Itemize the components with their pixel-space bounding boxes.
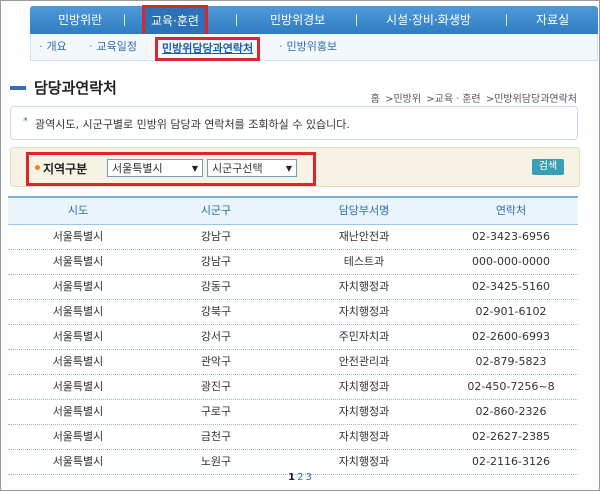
nav-resources[interactable]: 자료실 (536, 6, 569, 34)
header-contact: 연락처 (495, 204, 527, 217)
cell-sigungu: 강북구 (200, 305, 232, 318)
top-nav: 민방위란 교육·훈련 민방위경보 시설·장비·화생방 자료실 (30, 5, 598, 37)
cell-contact: 02-450-7256~8 (467, 380, 555, 393)
table-row: 서울특별시 금천구 자치행정과 02-2627-2385 (8, 425, 578, 450)
cell-sido: 서울특별시 (52, 380, 104, 393)
table-row: 서울특별시 구로구 자치행정과 02-860-2326 (8, 400, 578, 425)
cell-contact: 02-3425-5160 (472, 280, 550, 293)
table-row: 서울특별시 관악구 안전관리과 02-879-5823 (8, 350, 578, 375)
dropdown-arrow-icon: ▼ (285, 164, 292, 173)
region-label: 지역구분 (43, 162, 88, 176)
notice-box: * 광역시도, 시군구별로 민방위 담당과 연락처를 조회하실 수 있습니다. (10, 106, 578, 140)
notice-text: 광역시도, 시군구별로 민방위 담당과 연락처를 조회하실 수 있습니다. (35, 118, 350, 131)
table-row: 서울특별시 강남구 재난안전과 02-3423-6956 (8, 225, 578, 250)
nav-civil-defense-intro[interactable]: 민방위란 (58, 6, 102, 34)
subnav-label: 교육일정 (96, 40, 137, 53)
breadcrumb-civil-defense[interactable]: >민방위 (385, 94, 421, 105)
title-bullet-bar (10, 86, 26, 90)
nav-separator (506, 14, 507, 26)
header-sigungu: 시군구 (200, 204, 232, 217)
cell-sido: 서울특별시 (52, 455, 104, 468)
nav-education-training[interactable]: 교육·훈련 (142, 5, 208, 37)
cell-contact: 02-901-6102 (475, 305, 547, 318)
table-row: 서울특별시 강북구 자치행정과 02-901-6102 (8, 300, 578, 325)
cell-department: 자치행정과 (338, 305, 390, 318)
sido-select[interactable]: 서울특별시 ▼ (107, 159, 203, 177)
cell-contact: 02-879-5823 (475, 355, 547, 368)
cell-sigungu: 관악구 (200, 355, 232, 368)
cell-contact: 02-2627-2385 (472, 430, 550, 443)
breadcrumb: 홈 >민방위 >교육ㆍ훈련 >민방위담당과연락처 (370, 90, 578, 105)
cell-contact: 02-2116-3126 (472, 455, 550, 468)
subnav-item-promotion[interactable]: · 민방위홍보 (279, 34, 337, 60)
cell-sido: 서울특별시 (52, 305, 104, 318)
cell-sido: 서울특별시 (52, 330, 104, 343)
table-row: 서울특별시 강서구 주민자치과 02-2600-6993 (8, 325, 578, 350)
cell-department: 자치행정과 (338, 430, 390, 443)
notice-marker: * (23, 116, 28, 127)
cell-sido: 서울특별시 (52, 230, 104, 243)
sigungu-select[interactable]: 시군구선택 ▼ (207, 159, 297, 177)
cell-sigungu: 강동구 (200, 280, 232, 293)
cell-sigungu: 금천구 (200, 430, 232, 443)
table-row: 서울특별시 강동구 자치행정과 02-3425-5160 (8, 275, 578, 300)
subnav-label: 개요 (46, 40, 67, 53)
page-title: 담당과연락처 (34, 79, 117, 97)
cell-sido: 서울특별시 (52, 255, 104, 268)
cell-sigungu: 노원구 (200, 455, 232, 468)
contacts-table: 시도 시군구 담당부서명 연락처 서울특별시 강남구 재난안전과 02-3423-69… (8, 196, 578, 475)
search-button[interactable]: 검색 (532, 159, 564, 175)
subnav-label: 민방위홍보 (286, 40, 338, 53)
bullet-icon (35, 165, 40, 170)
table-row: 서울특별시 강남구 테스트과 000-000-0000 (8, 250, 578, 275)
cell-contact: 000-000-0000 (472, 255, 550, 268)
subnav-item-overview[interactable]: · 개요 (39, 34, 67, 60)
sigungu-select-value: 시군구선택 (212, 162, 263, 175)
header-sido: 시도 (67, 204, 89, 217)
cell-sido: 서울특별시 (52, 280, 104, 293)
sub-nav: · 개요 · 교육일정 민방위담당과연락처 · 민방위홍보 (30, 34, 598, 61)
nav-separator (236, 14, 237, 26)
cell-sigungu: 강서구 (200, 330, 232, 343)
cell-contact: 02-2600-6993 (472, 330, 550, 343)
nav-civil-defense-alert[interactable]: 민방위경보 (270, 6, 325, 34)
page-current: 1 (288, 472, 296, 483)
nav-facilities-equipment[interactable]: 시설·장비·화생방 (386, 6, 471, 34)
table-header: 시도 시군구 담당부서명 연락처 (8, 196, 578, 225)
cell-department: 주민자치과 (338, 330, 390, 343)
cell-department: 테스트과 (343, 255, 385, 268)
page-link[interactable]: 3 (304, 472, 312, 483)
cell-department: 자치행정과 (338, 405, 390, 418)
nav-separator (124, 14, 125, 26)
cell-sigungu: 광진구 (200, 380, 232, 393)
cell-sido: 서울특별시 (52, 405, 104, 418)
cell-contact: 02-3423-6956 (472, 230, 550, 243)
sido-select-value: 서울특별시 (112, 162, 163, 175)
subnav-item-schedule[interactable]: · 교육일정 (89, 34, 137, 60)
cell-contact: 02-860-2326 (475, 405, 547, 418)
region-filter-group: 지역구분 서울특별시 ▼ 시군구선택 ▼ (26, 152, 316, 186)
header-department: 담당부서명 (338, 204, 390, 217)
cell-sido: 서울특별시 (52, 430, 104, 443)
cell-sido: 서울특별시 (52, 355, 104, 368)
breadcrumb-education[interactable]: >교육ㆍ훈련 (426, 94, 480, 105)
table-body: 서울특별시 강남구 재난안전과 02-3423-6956 서울특별시 강남구 테스트과 000… (8, 225, 578, 475)
nav-separator (356, 14, 357, 26)
cell-department: 자치행정과 (338, 280, 390, 293)
subnav-item-contacts[interactable]: 민방위담당과연락처 (155, 37, 261, 61)
dropdown-arrow-icon: ▼ (191, 164, 198, 173)
table-row: 서울특별시 광진구 자치행정과 02-450-7256~8 (8, 375, 578, 400)
cell-department: 안전관리과 (338, 355, 390, 368)
cell-department: 재난안전과 (338, 230, 390, 243)
cell-department: 자치행정과 (338, 455, 390, 468)
cell-sigungu: 강남구 (200, 230, 232, 243)
breadcrumb-home[interactable]: 홈 (371, 94, 380, 105)
cell-sigungu: 강남구 (200, 255, 232, 268)
cell-sigungu: 구로구 (200, 405, 232, 418)
pagination: 123 (0, 472, 600, 483)
cell-department: 자치행정과 (338, 380, 390, 393)
breadcrumb-current: >민방위담당과연락처 (485, 94, 577, 105)
